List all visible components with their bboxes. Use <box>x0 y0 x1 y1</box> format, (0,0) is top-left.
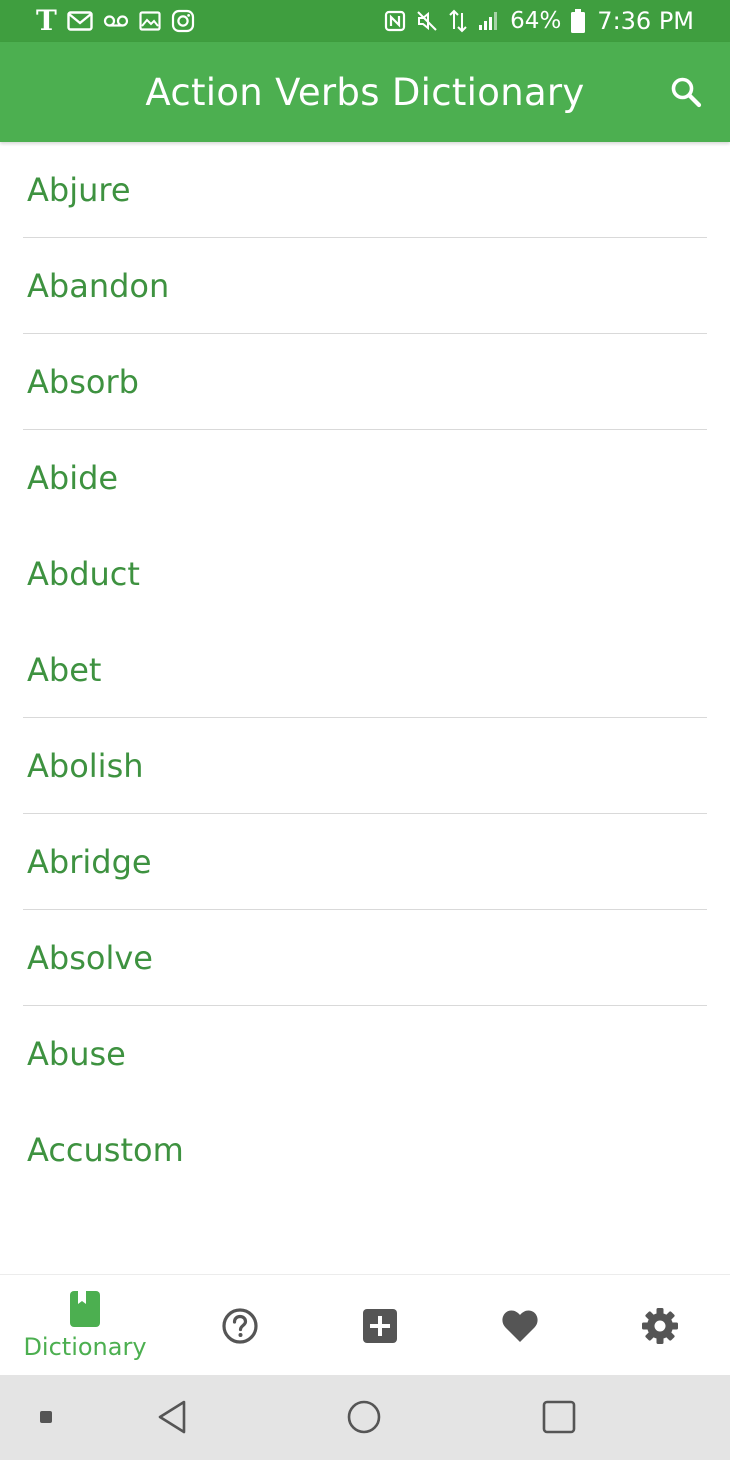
app-bar: Action Verbs Dictionary <box>0 42 730 142</box>
book-icon <box>70 1290 100 1327</box>
screen: T 64% 7:36 PM Action Verbs Dictionary Ab… <box>0 0 730 1460</box>
list-item[interactable]: Abduct <box>0 526 730 622</box>
list-item[interactable]: Absolve <box>0 910 730 1006</box>
status-bar-right: 64% 7:36 PM <box>384 7 694 35</box>
status-bar: T 64% 7:36 PM <box>0 0 730 42</box>
nfc-icon <box>384 10 406 32</box>
battery-icon <box>571 9 586 33</box>
tab-dictionary-label: Dictionary <box>23 1332 147 1361</box>
system-dot-button[interactable] <box>34 1395 58 1439</box>
signal-icon <box>478 11 500 31</box>
list-item[interactable]: Accustom <box>0 1102 730 1198</box>
tab-settings[interactable] <box>590 1275 730 1376</box>
list-item[interactable]: Abide <box>0 430 730 526</box>
verb-label: Abjure <box>27 171 131 209</box>
tab-add[interactable] <box>310 1275 450 1376</box>
list-item[interactable]: Abolish <box>0 718 730 814</box>
verb-label: Abide <box>27 459 119 497</box>
add-icon <box>363 1308 397 1343</box>
search-button[interactable] <box>664 70 708 114</box>
verb-label: Abandon <box>27 267 170 305</box>
gmail-icon <box>67 11 93 31</box>
list-item[interactable]: Abuse <box>0 1006 730 1102</box>
tmobile-icon: T <box>36 4 57 37</box>
verb-list: Abjure Abandon Absorb Abide Abduct Abet … <box>0 142 730 1198</box>
status-bar-left: T <box>36 7 195 35</box>
verb-label: Abolish <box>27 747 144 785</box>
list-item[interactable]: Abjure <box>0 142 730 238</box>
back-icon <box>158 1400 186 1434</box>
voicemail-icon <box>103 14 129 28</box>
gear-icon <box>642 1307 678 1344</box>
instagram-icon <box>171 9 195 33</box>
verb-label: Abridge <box>27 843 152 881</box>
bottom-nav: Dictionary <box>0 1274 730 1376</box>
system-recents-button[interactable] <box>537 1395 581 1439</box>
heart-icon <box>502 1309 538 1342</box>
system-back-button[interactable] <box>150 1395 194 1439</box>
help-icon <box>222 1307 258 1344</box>
mute-icon <box>416 10 438 32</box>
verb-label: Abduct <box>27 555 140 593</box>
verb-label: Absolve <box>27 939 153 977</box>
verb-label: Accustom <box>27 1131 184 1169</box>
system-nav-bar <box>0 1375 730 1460</box>
page-title: Action Verbs Dictionary <box>145 70 585 114</box>
search-icon <box>671 77 702 108</box>
battery-percent: 64% <box>510 8 562 34</box>
home-icon <box>347 1400 381 1434</box>
verb-label: Abet <box>27 651 102 689</box>
recents-icon <box>542 1400 576 1434</box>
tab-help[interactable] <box>170 1275 310 1376</box>
verb-label: Abuse <box>27 1035 126 1073</box>
gallery-icon <box>139 11 161 31</box>
list-item[interactable]: Absorb <box>0 334 730 430</box>
data-icon <box>448 9 468 33</box>
system-home-button[interactable] <box>342 1395 386 1439</box>
dot-icon <box>40 1411 52 1423</box>
status-time: 7:36 PM <box>597 7 694 35</box>
tab-favorites[interactable] <box>450 1275 590 1376</box>
tab-dictionary[interactable]: Dictionary <box>0 1275 170 1376</box>
list-item[interactable]: Abridge <box>0 814 730 910</box>
list-item[interactable]: Abet <box>0 622 730 718</box>
verb-label: Absorb <box>27 363 139 401</box>
list-item[interactable]: Abandon <box>0 238 730 334</box>
